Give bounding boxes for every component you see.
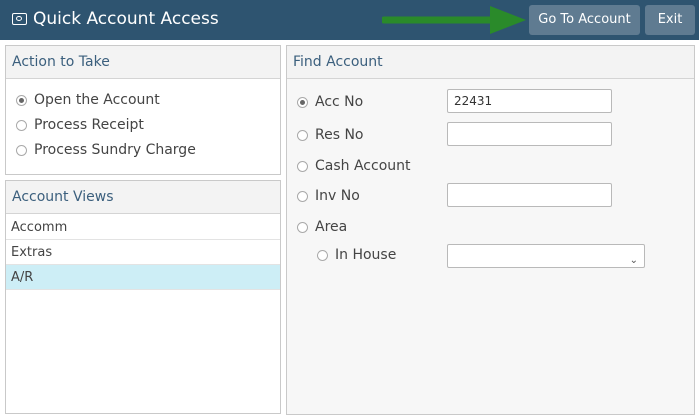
option-cash-account[interactable]: Cash Account — [297, 158, 411, 174]
option-label: Acc No — [315, 94, 364, 110]
option-inv-no[interactable]: Inv No — [297, 188, 360, 204]
list-item-ar[interactable]: A/R — [6, 265, 280, 290]
title-bar: Quick Account Access Go To Account Exit — [0, 0, 699, 40]
acc-no-input[interactable]: 22431 — [447, 89, 612, 113]
option-label: In House — [335, 247, 397, 263]
radio-button[interactable] — [297, 190, 308, 202]
option-label: Open the Account — [34, 92, 160, 108]
action-panel-title: Action to Take — [6, 46, 280, 79]
page-title: Quick Account Access — [33, 9, 219, 29]
radio-button[interactable] — [16, 94, 27, 106]
option-process-receipt[interactable]: Process Receipt — [16, 117, 144, 133]
find-account-title: Find Account — [287, 46, 694, 79]
radio-button[interactable] — [297, 160, 308, 172]
radio-button[interactable] — [317, 249, 328, 261]
action-panel: Action to Take Open the Account Process … — [5, 45, 281, 175]
go-to-account-button[interactable]: Go To Account — [529, 5, 640, 35]
radio-button[interactable] — [297, 96, 308, 108]
option-label: Area — [315, 219, 348, 235]
res-no-input[interactable] — [447, 122, 612, 146]
green-arrow-icon — [382, 6, 526, 34]
inv-no-input[interactable] — [447, 183, 612, 207]
option-res-no[interactable]: Res No — [297, 127, 364, 143]
camera-money-icon — [12, 13, 27, 25]
list-item-extras[interactable]: Extras — [6, 240, 280, 265]
account-views-panel: Account Views Accomm Extras A/R — [5, 180, 281, 414]
radio-button[interactable] — [297, 129, 308, 141]
option-in-house[interactable]: In House — [317, 247, 396, 263]
option-label: Inv No — [315, 188, 360, 204]
radio-button[interactable] — [297, 221, 308, 233]
find-account-panel: Find Account Acc No 22431 Res No Cash Ac… — [286, 45, 695, 415]
radio-button[interactable] — [16, 144, 27, 156]
radio-button[interactable] — [16, 119, 27, 131]
option-acc-no[interactable]: Acc No — [297, 94, 363, 110]
option-process-sundry-charge[interactable]: Process Sundry Charge — [16, 142, 196, 158]
exit-button[interactable]: Exit — [645, 5, 695, 35]
option-area[interactable]: Area — [297, 219, 347, 235]
option-label: Res No — [315, 127, 364, 143]
account-views-title: Account Views — [6, 181, 280, 214]
list-item-accomm[interactable]: Accomm — [6, 215, 280, 240]
option-label: Cash Account — [315, 158, 411, 174]
option-open-account[interactable]: Open the Account — [16, 92, 160, 108]
option-label: Process Sundry Charge — [34, 142, 196, 158]
in-house-select[interactable]: ⌄ — [447, 244, 645, 268]
chevron-down-icon: ⌄ — [629, 255, 638, 266]
option-label: Process Receipt — [34, 117, 144, 133]
